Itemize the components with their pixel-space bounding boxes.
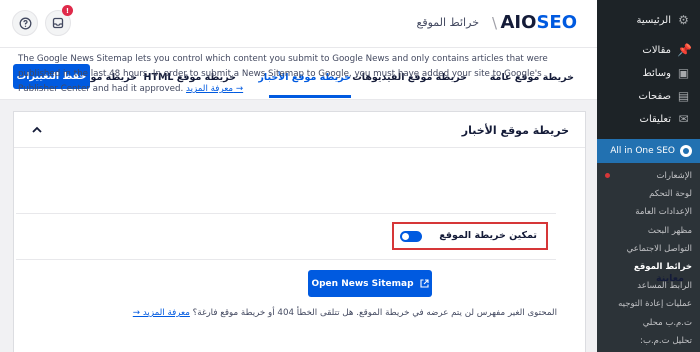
wp-menu-label: مقالات [642, 44, 671, 56]
wp-menu-label: وسائط [642, 67, 671, 79]
card-header: خريطة موقع الأخبار [14, 112, 585, 148]
wp-menu-media[interactable]: وسائط ▣ [597, 62, 700, 84]
question-icon [19, 17, 31, 29]
breadcrumb-separator: \ [491, 14, 497, 32]
description-text: The Google News Sitemap lets you control… [18, 54, 548, 94]
aioseo-logo: AIOSEO [501, 12, 578, 33]
dashboard-icon: ⚙ [678, 12, 689, 27]
top-header: AIOSEO \ خرائط الموقع ! [0, 0, 597, 48]
submenu-sitemaps[interactable]: خرائط الموقع [634, 262, 692, 272]
preview-label: معاينة [655, 273, 684, 284]
toggle-knob [402, 233, 409, 240]
logo-accent-text: SEO [536, 12, 577, 33]
breadcrumb: خرائط الموقع [416, 16, 480, 29]
wp-menu-comments[interactable]: تعليقات ✉ [597, 108, 700, 130]
wp-menu-label: صفحات [638, 90, 671, 102]
active-menu-caret [589, 146, 597, 158]
submenu-search-appearance[interactable]: مظهر البحث [648, 226, 692, 236]
wp-menu-pages[interactable]: صفحات ▤ [597, 85, 700, 107]
open-news-sitemap-label: Open News Sitemap [311, 278, 414, 289]
pages-icon: ▤ [677, 88, 690, 103]
learn-more-link[interactable]: معرفة المزيد → [186, 84, 243, 94]
submenu-general-settings[interactable]: الإعدادات العامة [635, 207, 692, 217]
wp-menu-dashboard[interactable]: الرئيسية ⚙ [597, 9, 700, 31]
notification-dot-icon [605, 173, 610, 178]
submenu-redirects[interactable]: عمليات إعادة التوجيه [618, 299, 692, 309]
enable-sitemap-highlight: تمكين خريطة الموقع [392, 222, 548, 250]
news-sitemap-description: The Google News Sitemap lets you control… [18, 52, 558, 97]
divider [16, 259, 556, 260]
help-button[interactable] [12, 10, 38, 36]
media-icon: ▣ [677, 65, 690, 80]
external-link-icon [419, 279, 429, 288]
aioseo-gear-icon [680, 145, 692, 157]
preview-note-text: المحتوى الغير مفهرس لن يتم عرضه في خريطة… [192, 308, 557, 318]
wp-menu-label: الرئيسية [636, 14, 671, 26]
preview-learn-more-link[interactable]: معرفة المزيد → [133, 308, 190, 318]
comments-icon: ✉ [678, 111, 689, 126]
submenu-local-seo[interactable]: ت.م.ب محلي [643, 318, 692, 328]
pushpin-icon: 📌 [677, 42, 692, 57]
wp-menu-aioseo[interactable]: All in One SEO [597, 139, 700, 163]
notification-badge: ! [62, 5, 73, 16]
aioseo-menu-label: All in One SEO [610, 146, 675, 156]
enable-sitemap-label: تمكين خريطة الموقع [439, 230, 537, 241]
open-news-sitemap-button[interactable]: Open News Sitemap [308, 270, 432, 297]
chevron-up-icon[interactable] [30, 123, 44, 137]
submenu-notifications[interactable]: الإشعارات [657, 171, 693, 181]
wp-admin-sidebar: الرئيسية ⚙ مقالات 📌 وسائط ▣ صفحات ▤ تعلي… [589, 0, 700, 352]
card-title: خريطة موقع الأخبار [461, 124, 569, 137]
submenu-dashboard[interactable]: لوحة التحكم [649, 189, 692, 199]
inbox-icon [52, 17, 64, 29]
submenu-social-networks[interactable]: التواصل الاجتماعي [627, 244, 692, 254]
aioseo-submenu: الإشعارات لوحة التحكم الإعدادات العامة م… [597, 163, 700, 352]
wp-menu-label: تعليقات [639, 113, 671, 125]
wp-menu-posts[interactable]: مقالات 📌 [597, 39, 700, 61]
divider [16, 213, 556, 214]
preview-note: المحتوى الغير مفهرس لن يتم عرضه في خريطة… [33, 305, 557, 321]
enable-sitemap-toggle[interactable] [400, 231, 422, 242]
logo-main-text: AIO [500, 12, 537, 33]
submenu-seo-analysis[interactable]: تحليل ت.م.ب: [640, 336, 692, 346]
